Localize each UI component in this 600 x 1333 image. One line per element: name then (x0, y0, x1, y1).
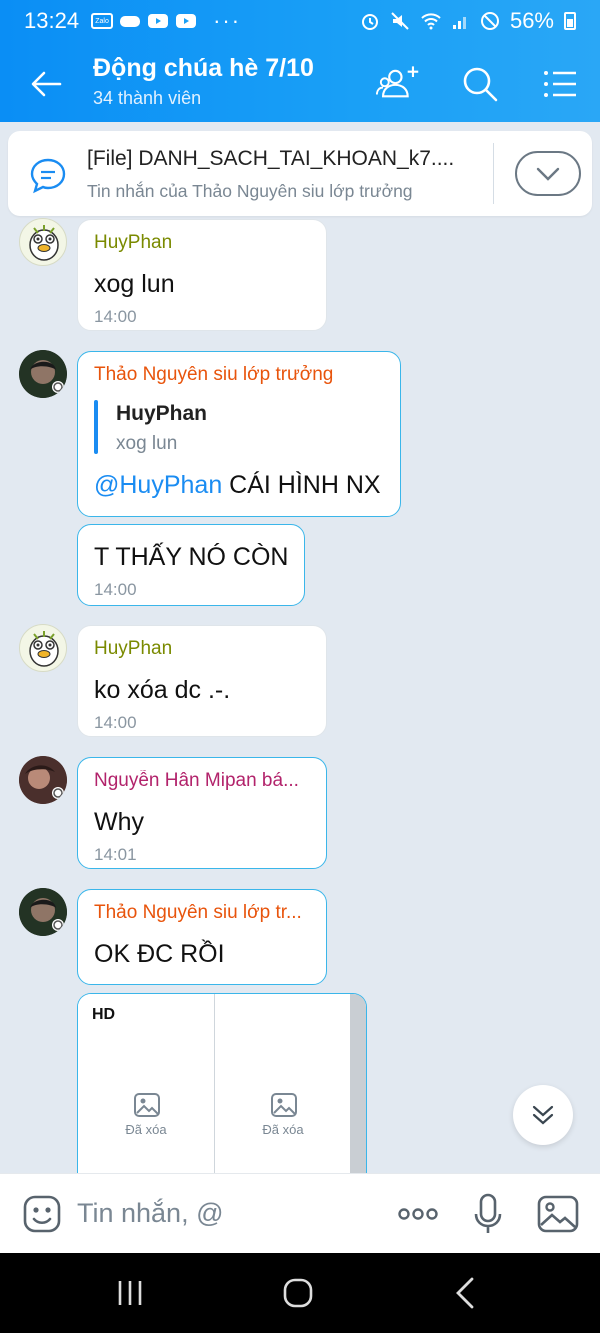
message-bubble[interactable]: Thảo Nguyên siu lớp tr... OK ĐC RỒI (77, 889, 327, 985)
top-bar: 13:24 Zalo ··· 56% Động chúa hè 7/10 34 … (0, 0, 600, 122)
back-icon[interactable] (446, 1273, 486, 1313)
message-text: OK ĐC RỒI (94, 940, 225, 968)
message-input[interactable]: Tin nhắn, @ (77, 1198, 223, 1229)
double-chevron-down-icon (532, 1105, 554, 1125)
menu-icon[interactable] (538, 62, 582, 106)
duck-avatar-icon (29, 631, 59, 667)
message-text-body: CÁI HÌNH NX (222, 471, 381, 499)
chat-header: Động chúa hè 7/10 34 thành viên (0, 42, 600, 122)
avatar-huyphan[interactable] (19, 624, 67, 672)
search-icon[interactable] (458, 62, 502, 106)
scroll-to-bottom-button[interactable] (513, 1085, 573, 1145)
sender-name[interactable]: Thảo Nguyên siu lớp tr... (94, 902, 314, 924)
add-member-icon[interactable] (376, 62, 420, 106)
member-count[interactable]: 34 thành viên (93, 88, 201, 109)
battery-percent: 56% (509, 8, 554, 33)
duck-avatar-icon (29, 225, 59, 261)
deleted-image-1[interactable]: HD Đã xóa (78, 994, 214, 1173)
avatar-huyphan[interactable] (19, 218, 67, 266)
sticker-icon[interactable] (22, 1194, 62, 1234)
home-icon[interactable] (278, 1273, 318, 1313)
message-bubble[interactable]: HuyPhan ko xóa dc .-. 14:00 (77, 625, 327, 737)
quote-text: xog lun (116, 433, 178, 454)
message-time: 14:00 (94, 713, 137, 732)
deleted-label: Đã xóa (262, 1122, 304, 1137)
expand-pinned-button[interactable] (515, 151, 581, 196)
pinned-message[interactable]: [File] DANH_SACH_TAI_KHOAN_k7.... Tin nh… (8, 131, 592, 216)
more-options-icon[interactable] (396, 1192, 440, 1236)
sender-name[interactable]: HuyPhan (94, 232, 172, 254)
message-time: 14:00 (94, 307, 137, 326)
youtube-notification-icon (148, 14, 169, 28)
mention-link[interactable]: @HuyPhan (94, 471, 222, 499)
microphone-icon[interactable] (466, 1192, 510, 1236)
message-input-bar: Tin nhắn, @ (0, 1173, 600, 1253)
sender-name[interactable]: Nguyễn Hân Mipan bá... (94, 770, 314, 792)
sender-name[interactable]: HuyPhan (94, 638, 172, 660)
pinned-subtitle: Tin nhắn của Thảo Nguyên siu lớp trưởng (87, 181, 413, 201)
group-title[interactable]: Động chúa hè 7/10 (93, 54, 314, 83)
image-edge (350, 994, 366, 1173)
youtube-notification-icon-2 (176, 14, 197, 28)
zalo-notification-icon: Zalo (91, 13, 114, 29)
message-time: 14:00 (94, 580, 137, 599)
hd-badge: HD (92, 1006, 116, 1023)
quote-sender: HuyPhan (116, 402, 208, 425)
image-placeholder-icon (271, 1093, 297, 1117)
message-time: 14:01 (94, 845, 137, 864)
message-bubble[interactable]: T THẤY NÓ CÒN 14:00 (77, 524, 305, 606)
message-text: @HuyPhan CÁI HÌNH NX (94, 471, 381, 500)
deleted-image-2[interactable]: Đã xóa (215, 994, 351, 1173)
notification-icons: Zalo ··· (91, 8, 241, 34)
recent-apps-icon[interactable] (110, 1273, 150, 1313)
avatar-thao[interactable] (19, 350, 67, 398)
wifi-icon (421, 13, 441, 30)
image-group-message[interactable]: HD Đã xóa Đã xóa (77, 993, 367, 1173)
battery-icon (564, 12, 576, 30)
game-notification-icon (120, 16, 141, 27)
photo-avatar-icon (19, 888, 67, 936)
message-text: Why (94, 808, 144, 836)
alarm-icon (361, 14, 378, 30)
mute-icon (391, 12, 409, 30)
image-picker-icon[interactable] (536, 1192, 580, 1236)
message-text: xog lun (94, 270, 175, 298)
system-navigation-bar (0, 1253, 600, 1333)
message-bubble[interactable]: Nguyễn Hân Mipan bá... Why 14:01 (77, 757, 327, 869)
status-right: 56% (360, 8, 576, 34)
quote-bar (94, 400, 98, 454)
avatar-nguyen-han[interactable] (19, 756, 67, 804)
signal-icon (452, 17, 466, 29)
message-bubble[interactable]: HuyPhan xog lun 14:00 (77, 219, 327, 331)
do-not-disturb-icon (480, 12, 499, 30)
deleted-label: Đã xóa (125, 1122, 167, 1137)
photo-avatar-icon (19, 756, 67, 804)
chevron-down-icon (536, 167, 560, 181)
sender-name[interactable]: Thảo Nguyên siu lớp trưởng (94, 364, 333, 386)
pinned-divider (493, 143, 494, 204)
reply-message-bubble[interactable]: Thảo Nguyên siu lớp trưởng HuyPhan xog l… (77, 351, 401, 517)
pinned-title: [File] DANH_SACH_TAI_KHOAN_k7.... (87, 147, 455, 170)
status-bar: 13:24 Zalo ··· 56% (0, 0, 600, 42)
message-text: ko xóa dc .-. (94, 676, 231, 704)
message-text: T THẤY NÓ CÒN (94, 543, 289, 571)
status-time: 13:24 (24, 8, 80, 33)
avatar-thao[interactable] (19, 888, 67, 936)
back-arrow-icon[interactable] (26, 64, 66, 104)
message-bubble-icon (30, 158, 66, 194)
photo-avatar-icon (19, 350, 67, 398)
more-notifications-icon: ··· (213, 8, 242, 33)
image-placeholder-icon (134, 1093, 160, 1117)
